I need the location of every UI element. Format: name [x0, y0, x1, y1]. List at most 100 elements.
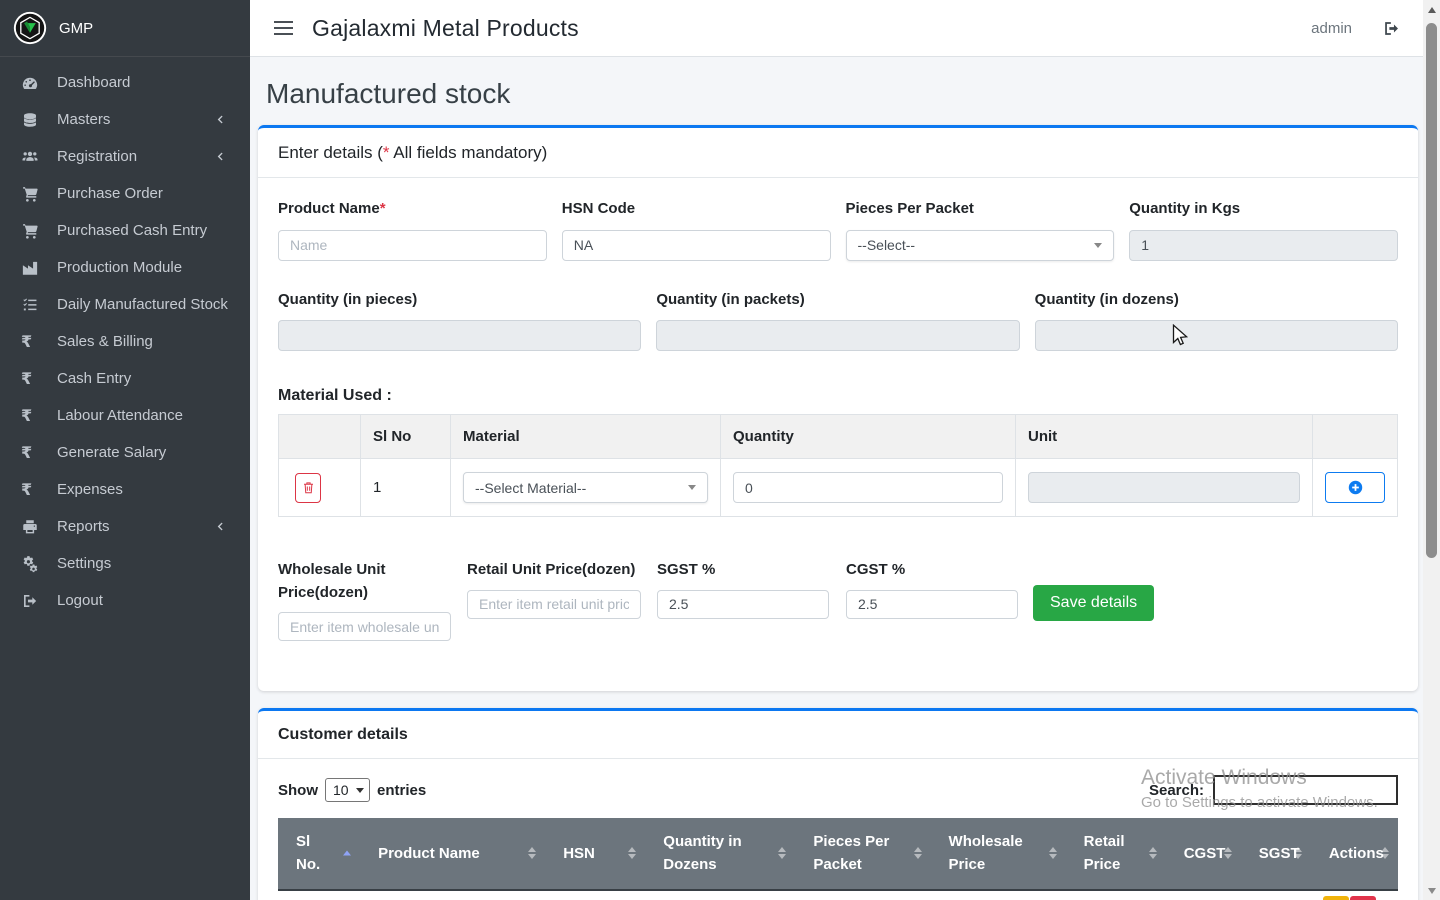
- rupee-icon: ₹: [21, 406, 45, 425]
- sidebar-nav: Dashboard Masters Registration Purchase …: [0, 57, 250, 619]
- product-name-label: Product Name*: [278, 198, 547, 221]
- sidebar-item-logout[interactable]: Logout: [0, 582, 250, 619]
- column-header-sgst[interactable]: SGST: [1241, 818, 1311, 890]
- sidebar-item-label: Registration: [57, 148, 137, 165]
- vertical-scrollbar: [1423, 0, 1440, 900]
- scrollbar-thumb[interactable]: [1426, 23, 1437, 558]
- sidebar-item-purchased-cash-entry[interactable]: Purchased Cash Entry: [0, 212, 250, 249]
- pieces-per-packet-select[interactable]: --Select--: [846, 230, 1115, 261]
- plus-circle-icon: [1347, 479, 1364, 496]
- sidebar-item-cash-entry[interactable]: ₹ Cash Entry: [0, 360, 250, 397]
- save-details-button[interactable]: Save details: [1033, 585, 1154, 621]
- page-size-select[interactable]: 10: [325, 778, 370, 802]
- sidebar-item-labour-attendance[interactable]: ₹ Labour Attendance: [0, 397, 250, 434]
- pieces-per-packet-label: Pieces Per Packet: [846, 198, 1115, 221]
- quantity-dozens-label: Quantity (in dozens): [1035, 289, 1398, 312]
- material-quantity-input[interactable]: [733, 472, 1003, 503]
- material-row: 1 --Select Material--: [279, 459, 1398, 517]
- sgst-field: SGST %: [657, 559, 829, 619]
- sgst-label: SGST %: [657, 559, 829, 582]
- logout-icon[interactable]: [1382, 19, 1401, 38]
- quantity-kgs-label: Quantity in Kgs: [1129, 198, 1398, 221]
- column-header-quantity-in-dozens[interactable]: Quantity in Dozens: [645, 818, 795, 890]
- search-control: Search:: [1149, 775, 1398, 805]
- delete-material-button[interactable]: [295, 473, 321, 503]
- brand-name: GMP: [59, 20, 93, 37]
- add-material-button[interactable]: [1325, 472, 1385, 503]
- sidebar-item-label: Masters: [57, 111, 110, 128]
- column-header-sl-no[interactable]: Sl No.: [278, 818, 360, 890]
- sort-icon: [628, 847, 636, 859]
- chevron-left-icon: [215, 151, 226, 162]
- material-select[interactable]: --Select Material--: [463, 472, 708, 503]
- user-name: admin: [1311, 20, 1352, 37]
- sidebar-item-label: Logout: [57, 592, 103, 609]
- column-header-cgst[interactable]: CGST: [1166, 818, 1241, 890]
- entries-label: entries: [377, 782, 426, 799]
- sidebar-item-daily-manufactured-stock[interactable]: Daily Manufactured Stock: [0, 286, 250, 323]
- brand[interactable]: GMP: [0, 0, 250, 57]
- sidebar-item-expenses[interactable]: ₹ Expenses: [0, 471, 250, 508]
- required-star: *: [383, 143, 390, 162]
- cgst-label: CGST %: [846, 559, 1018, 582]
- page-content: Manufactured stock Enter details (* All …: [250, 57, 1423, 900]
- cgst-field: CGST %: [846, 559, 1018, 619]
- retail-price-field: Retail Unit Price(dozen): [467, 559, 641, 619]
- show-label: Show: [278, 782, 318, 799]
- sidebar-item-registration[interactable]: Registration: [0, 138, 250, 175]
- users-icon: [21, 148, 45, 166]
- column-header-hsn[interactable]: HSN: [545, 818, 645, 890]
- retail-price-input[interactable]: [467, 590, 641, 619]
- hamburger-icon[interactable]: [272, 17, 295, 39]
- chevron-down-icon: [1094, 243, 1102, 248]
- column-header-actions[interactable]: Actions: [1311, 818, 1398, 890]
- scroll-up-arrow[interactable]: [1423, 1, 1440, 18]
- quantity-pieces-input: [278, 320, 641, 351]
- sidebar-item-generate-salary[interactable]: ₹ Generate Salary: [0, 434, 250, 471]
- search-input[interactable]: [1213, 775, 1398, 805]
- sidebar-item-reports[interactable]: Reports: [0, 508, 250, 545]
- sidebar-item-sales-billing[interactable]: ₹ Sales & Billing: [0, 323, 250, 360]
- edit-row-button[interactable]: [1323, 896, 1349, 900]
- rupee-icon: ₹: [21, 443, 45, 462]
- sidebar-item-masters[interactable]: Masters: [0, 101, 250, 138]
- tasks-icon: [21, 296, 45, 314]
- product-name-input[interactable]: [278, 230, 547, 261]
- column-header-wholesale-price[interactable]: Wholesale Price: [931, 818, 1066, 890]
- page-title: Manufactured stock: [266, 79, 1418, 109]
- material-used-table: Sl No Material Quantity Unit 1 --Selec: [278, 414, 1398, 517]
- column-header-pieces-per-packet[interactable]: Pieces Per Packet: [795, 818, 930, 890]
- sort-icon: [528, 847, 536, 859]
- rupee-icon: ₹: [21, 369, 45, 388]
- industry-icon: [21, 259, 45, 277]
- chevron-left-icon: [215, 114, 226, 125]
- gmp-logo: [13, 11, 47, 45]
- sgst-input[interactable]: [657, 590, 829, 619]
- retail-price-label: Retail Unit Price(dozen): [467, 559, 641, 582]
- material-col-unit: Unit: [1016, 415, 1313, 459]
- column-header-product-name[interactable]: Product Name: [360, 818, 545, 890]
- table-row: [278, 890, 1398, 900]
- sidebar-item-settings[interactable]: Settings: [0, 545, 250, 582]
- cgst-input[interactable]: [846, 590, 1018, 619]
- quantity-dozens-input: [1035, 320, 1398, 351]
- quantity-packets-input: [656, 320, 1019, 351]
- sort-icon: [1224, 847, 1232, 859]
- delete-row-button[interactable]: [1350, 896, 1376, 900]
- cart-icon: [21, 185, 45, 203]
- required-star: *: [380, 200, 386, 217]
- column-header-retail-price[interactable]: Retail Price: [1066, 818, 1166, 890]
- enter-details-header: Enter details (* All fields mandatory): [258, 128, 1418, 178]
- wholesale-price-label: Wholesale Unit Price(dozen): [278, 559, 451, 604]
- wholesale-price-input[interactable]: [278, 612, 451, 641]
- chevron-down-icon: [688, 485, 696, 490]
- sidebar-item-label: Expenses: [57, 481, 123, 498]
- sidebar-item-dashboard[interactable]: Dashboard: [0, 64, 250, 101]
- material-col-quantity: Quantity: [721, 415, 1016, 459]
- sort-icon: [914, 847, 922, 859]
- material-col-add: [1313, 415, 1398, 459]
- sidebar-item-production-module[interactable]: Production Module: [0, 249, 250, 286]
- scroll-down-arrow[interactable]: [1423, 882, 1440, 899]
- hsn-code-input[interactable]: [562, 230, 831, 261]
- sidebar-item-purchase-order[interactable]: Purchase Order: [0, 175, 250, 212]
